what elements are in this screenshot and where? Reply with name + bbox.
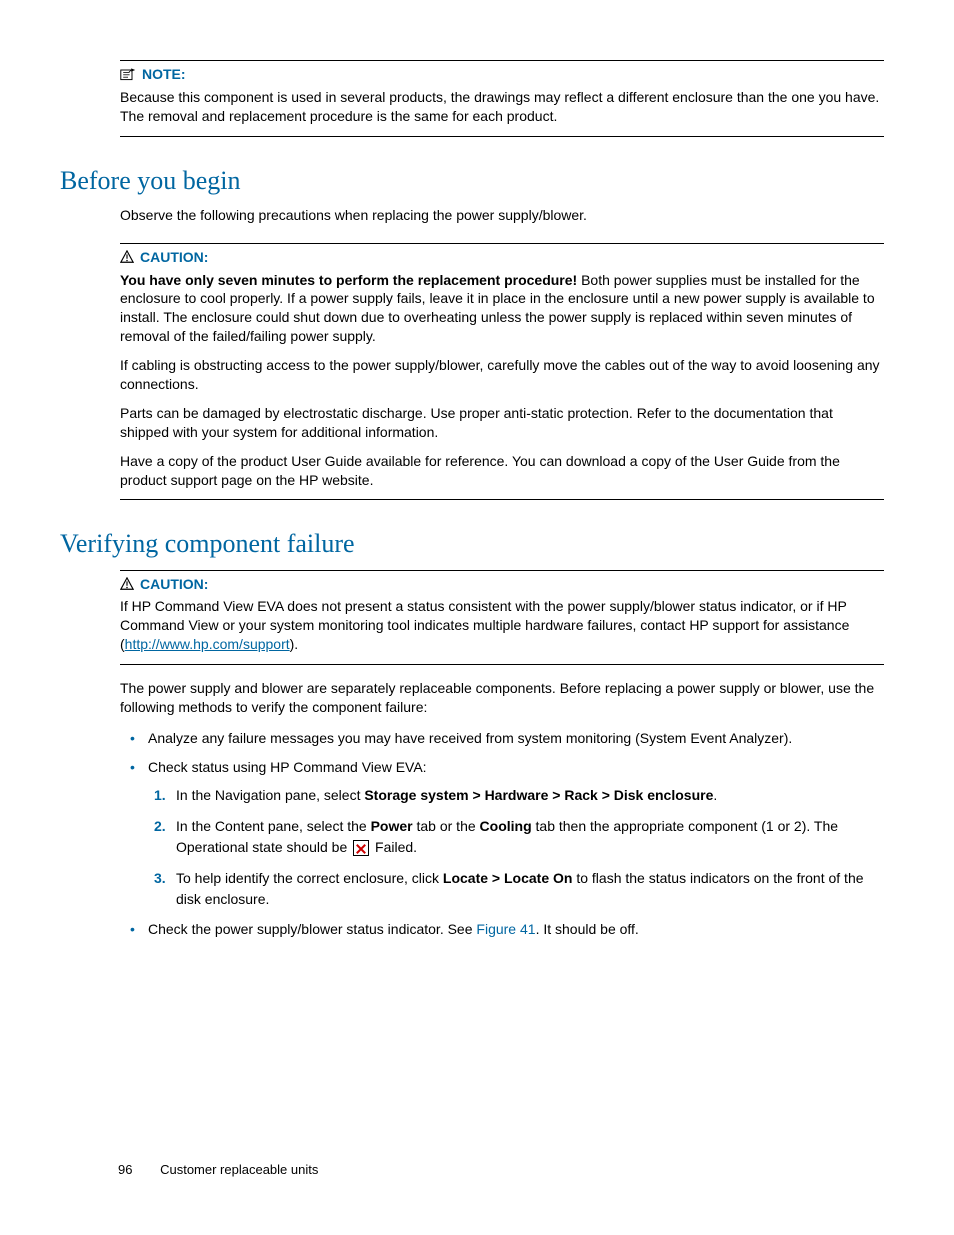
s1b: . <box>713 787 717 803</box>
s3a: To help identify the correct enclosure, … <box>176 870 443 886</box>
caution1-p3: Parts can be damaged by electrostatic di… <box>120 404 884 442</box>
caution-callout-1: CAUTION: You have only seven minutes to … <box>120 243 884 501</box>
bullet1-text: Analyze any failure messages you may hav… <box>148 730 792 746</box>
s1a: In the Navigation pane, select <box>176 787 364 803</box>
caution-label: CAUTION: <box>140 248 208 267</box>
steps-list: In the Navigation pane, select Storage s… <box>148 785 884 910</box>
section2-body: The power supply and blower are separate… <box>120 679 884 717</box>
caution-callout-2: CAUTION: If HP Command View EVA does not… <box>120 570 884 666</box>
caution2-p1b: ). <box>290 636 299 652</box>
s2-bold2: Cooling <box>480 818 532 834</box>
caution2-p1: If HP Command View EVA does not present … <box>120 597 884 654</box>
figure-ref[interactable]: Figure 41 <box>476 921 535 937</box>
b3a: Check the power supply/blower status ind… <box>148 921 476 937</box>
s2c: Failed. <box>371 839 417 855</box>
note-header: NOTE: <box>120 65 884 84</box>
heading-before-you-begin: Before you begin <box>60 163 884 198</box>
failed-icon <box>353 840 369 856</box>
s2a: In the Content pane, select the <box>176 818 371 834</box>
caution1-p1-bold: You have only seven minutes to perform t… <box>120 272 577 288</box>
b3b: . It should be off. <box>536 921 639 937</box>
list-item: Analyze any failure messages you may hav… <box>120 729 884 748</box>
page-footer: 96 Customer replaceable units <box>118 1161 318 1179</box>
s2mid: tab or the <box>413 818 480 834</box>
step-item: In the Navigation pane, select Storage s… <box>148 785 884 806</box>
heading-verifying: Verifying component failure <box>60 526 884 561</box>
list-item: Check status using HP Command View EVA: … <box>120 758 884 910</box>
caution1-p4: Have a copy of the product User Guide av… <box>120 452 884 490</box>
step-item: To help identify the correct enclosure, … <box>148 868 884 910</box>
s2-bold1: Power <box>371 818 413 834</box>
caution-icon <box>120 577 134 591</box>
rule <box>120 570 884 571</box>
page-number: 96 <box>118 1162 132 1177</box>
note-text: Because this component is used in severa… <box>120 88 884 126</box>
note-body: Because this component is used in severa… <box>120 88 884 126</box>
rule <box>120 243 884 244</box>
support-link[interactable]: http://www.hp.com/support <box>125 636 290 652</box>
rule <box>120 136 884 137</box>
verify-list: Analyze any failure messages you may hav… <box>120 729 884 939</box>
rule <box>120 499 884 500</box>
caution-header: CAUTION: <box>120 248 884 267</box>
caution-body-2: If HP Command View EVA does not present … <box>120 597 884 654</box>
note-callout: NOTE: Because this component is used in … <box>120 60 884 137</box>
caution-header-2: CAUTION: <box>120 575 884 594</box>
caution1-p2: If cabling is obstructing access to the … <box>120 356 884 394</box>
s1-bold: Storage system > Hardware > Rack > Disk … <box>364 787 713 803</box>
section1-intro: Observe the following precautions when r… <box>120 206 884 225</box>
step-item: In the Content pane, select the Power ta… <box>148 816 884 858</box>
caution-icon <box>120 250 134 264</box>
caution1-p1: You have only seven minutes to perform t… <box>120 271 884 347</box>
rule <box>120 664 884 665</box>
list-item: Check the power supply/blower status ind… <box>120 920 884 939</box>
s3-bold: Locate > Locate On <box>443 870 573 886</box>
caution-label-2: CAUTION: <box>140 575 208 594</box>
bullet2-text: Check status using HP Command View EVA: <box>148 759 427 775</box>
note-label: NOTE: <box>142 65 186 84</box>
caution-body-1: You have only seven minutes to perform t… <box>120 271 884 490</box>
footer-title: Customer replaceable units <box>160 1162 318 1177</box>
rule <box>120 60 884 61</box>
note-icon <box>120 67 136 81</box>
